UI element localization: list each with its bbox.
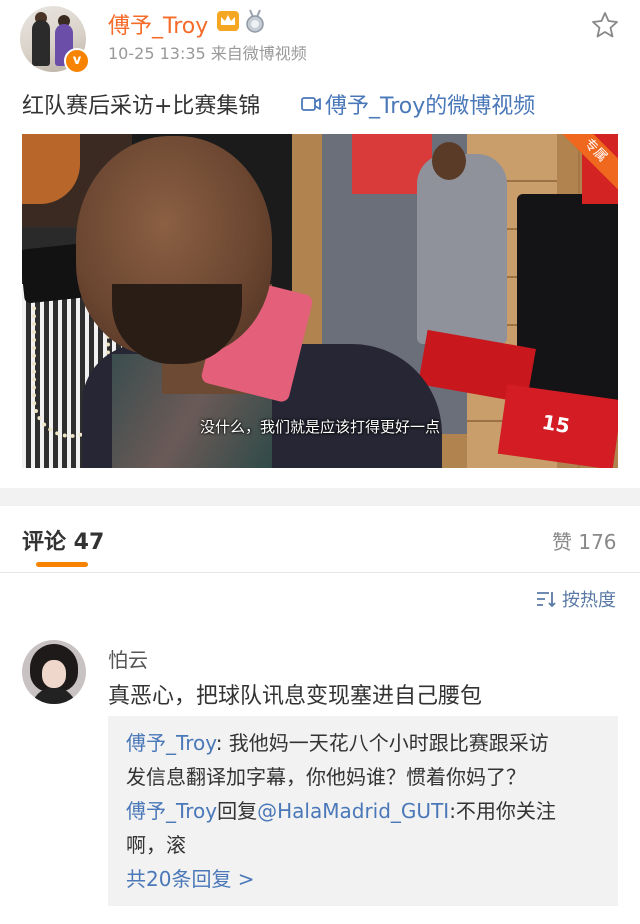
- video-subtitle: 没什么，我们就是应该打得更好一点: [199, 418, 440, 436]
- post-meta: 10-25 13:35 来自微博视频: [108, 44, 307, 63]
- section-divider: [0, 488, 640, 506]
- commenter-name[interactable]: 怕云: [108, 644, 148, 673]
- view-all-replies-link[interactable]: 共20条回复 >: [126, 862, 255, 896]
- reply-2-line-1: 傅予_Troy回复@HalaMadrid_GUTI:不用你关注: [126, 794, 556, 828]
- video-link[interactable]: 傅予_Troy的微博视频: [300, 88, 535, 120]
- post-author-name[interactable]: 傅予_Troy: [108, 8, 208, 40]
- video-link-label: 傅予_Troy的微博视频: [325, 94, 536, 119]
- medal-icon: [246, 9, 264, 33]
- verified-badge: v: [64, 48, 90, 74]
- header-separator: [0, 572, 640, 573]
- comment-text: 真恶心，把球队讯息变现塞进自己腰包: [108, 684, 483, 709]
- active-tab-indicator: [36, 562, 88, 567]
- sort-label: 按热度: [562, 590, 616, 611]
- sort-icon: [537, 592, 556, 608]
- video-player[interactable]: 15 没什么，我们就是应该打得更好一点 专属: [22, 134, 618, 468]
- crown-icon: [217, 11, 239, 31]
- reply-2-text: :不用你关注: [449, 799, 556, 823]
- tab-likes[interactable]: 赞 176: [552, 526, 617, 555]
- commenter-avatar[interactable]: [22, 640, 86, 704]
- reply-1-text: : 我他妈一天花八个小时跟比赛跟采访: [215, 731, 549, 755]
- reply-2-verb: 回复: [217, 799, 258, 823]
- video-link-icon: [301, 97, 321, 111]
- tab-comments[interactable]: 评论 47: [22, 524, 104, 556]
- reply-thread[interactable]: 傅予_Troy: 我他妈一天花八个小时跟比赛跟采访 发信息翻译加字幕，你他妈谁？…: [108, 716, 618, 906]
- star-icon[interactable]: [590, 10, 620, 40]
- reply-1-line-1: 傅予_Troy: 我他妈一天花八个小时跟比赛跟采访: [126, 726, 549, 760]
- reply-2-line-2: 啊，滚: [126, 833, 186, 857]
- reply-2-author[interactable]: 傅予_Troy: [126, 799, 217, 823]
- reply-1-author[interactable]: 傅予_Troy: [126, 731, 216, 755]
- sort-by-hot-button[interactable]: 按热度: [536, 586, 616, 612]
- reply-1-line-2: 发信息翻译加字幕，你他妈谁？惯着你妈了？: [126, 765, 526, 789]
- reply-2-mention[interactable]: @HalaMadrid_GUTI: [257, 799, 449, 823]
- post-text: 红队赛后采访+比赛集锦: [22, 94, 261, 119]
